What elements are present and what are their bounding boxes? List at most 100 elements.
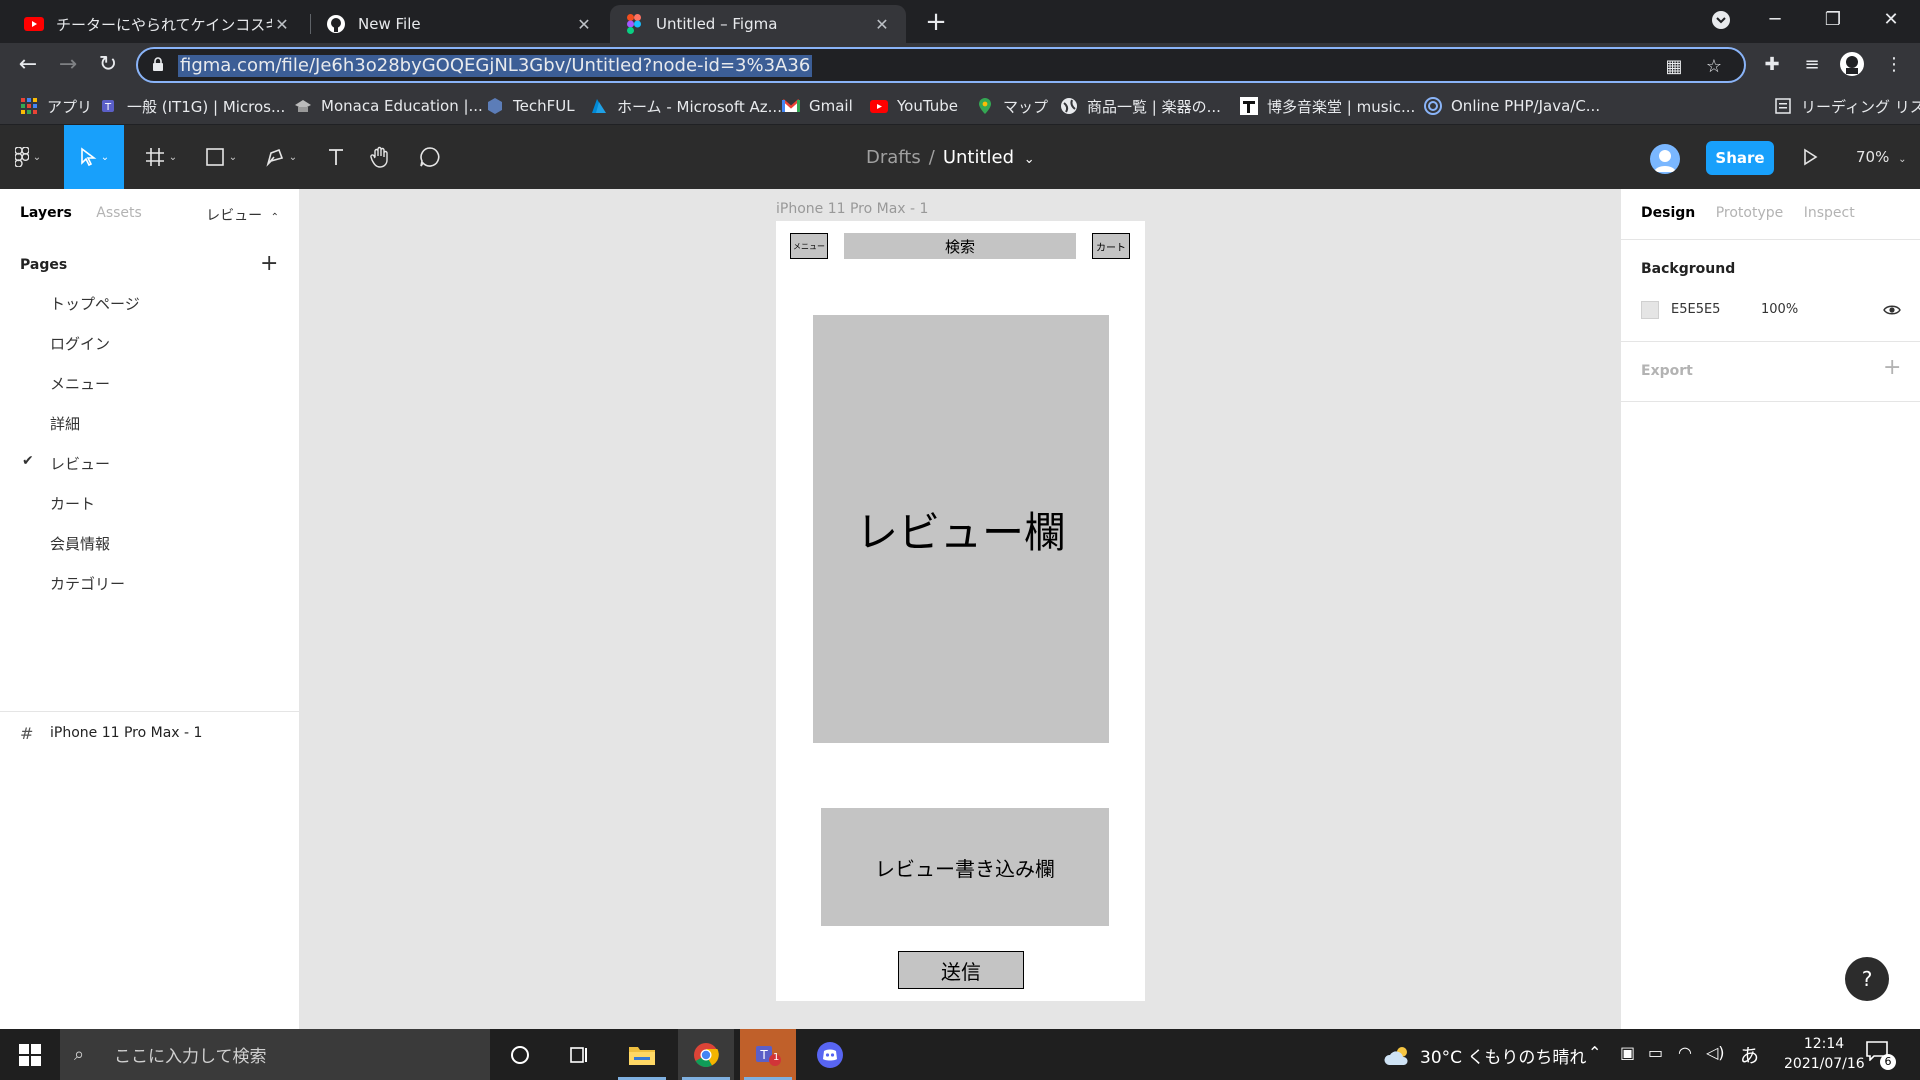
bookmark-shop[interactable]: 商品一覧 | 楽器の... (1060, 95, 1221, 117)
file-explorer-button[interactable] (614, 1029, 670, 1080)
file-breadcrumb[interactable]: Drafts / Untitled ⌄ (866, 147, 1035, 168)
search-bar[interactable]: 検索 (844, 233, 1076, 259)
globe-icon (1060, 97, 1078, 115)
start-button[interactable] (0, 1029, 60, 1080)
chevron-down-icon: ⌄ (1023, 152, 1035, 167)
tab-github[interactable]: New File ✕ (312, 5, 608, 43)
tab-layers[interactable]: Layers (20, 205, 72, 221)
close-tab-icon[interactable]: ✕ (272, 15, 292, 34)
battery-icon[interactable]: ▭ (1648, 1043, 1663, 1062)
hand-tool[interactable] (360, 125, 400, 189)
bookmark-azure[interactable]: ホーム - Microsoft Az... (590, 95, 782, 117)
ime-indicator[interactable]: あ (1740, 1041, 1759, 1068)
wifi-icon[interactable]: ◠ (1678, 1043, 1692, 1062)
close-tab-icon[interactable]: ✕ (872, 15, 892, 34)
discord-taskbar-button[interactable] (802, 1029, 858, 1080)
tab-inspect[interactable]: Inspect (1804, 205, 1855, 221)
page-item-category[interactable]: カテゴリー (50, 573, 125, 593)
minimize-button[interactable]: ─ (1752, 0, 1798, 40)
weather-widget[interactable]: 30°C くもりのち晴れ (1384, 1043, 1586, 1068)
eye-visibility-icon[interactable] (1883, 301, 1901, 319)
chrome-taskbar-button[interactable] (678, 1029, 734, 1080)
page-item-member[interactable]: 会員情報 (50, 533, 110, 553)
present-play-icon[interactable] (1800, 147, 1820, 167)
layer-row-frame[interactable]: # iPhone 11 Pro Max - 1 (20, 723, 202, 743)
back-arrow-icon[interactable]: ← (12, 49, 44, 81)
forward-arrow-icon[interactable]: → (52, 49, 84, 81)
drafts-folder-label[interactable]: Drafts (866, 147, 921, 168)
review-input-area[interactable]: レビュー書き込み欄 (821, 808, 1109, 926)
profile-avatar-icon[interactable] (1838, 51, 1866, 79)
bookmark-online-ide[interactable]: Online PHP/Java/C... (1424, 95, 1600, 117)
chrome-menu-icon[interactable]: ⋮ (1880, 51, 1908, 79)
comment-bubble-icon (420, 147, 440, 167)
add-page-button[interactable]: + (260, 251, 278, 276)
bookmark-techful[interactable]: TechFUL (486, 95, 575, 117)
zoom-dropdown[interactable]: 70% ⌄ (1856, 148, 1907, 166)
comment-tool[interactable] (410, 125, 450, 189)
bookmark-maps[interactable]: マップ (976, 95, 1048, 117)
pen-tool[interactable]: ⌄ (256, 125, 306, 189)
submit-button[interactable]: 送信 (898, 951, 1024, 989)
bookmark-youtube[interactable]: YouTube (870, 95, 958, 117)
tab-search-button[interactable] (1698, 0, 1744, 40)
chevron-up-icon[interactable]: ⌃ (1588, 1043, 1601, 1062)
taskbar-search-box[interactable]: ⌕ ここに入力して検索 (60, 1029, 490, 1080)
qr-code-icon[interactable]: ▦ (1662, 55, 1686, 79)
restore-button[interactable]: ❐ (1810, 0, 1856, 40)
bookmark-teams[interactable]: T 一般 (IT1G) | Micros... (100, 95, 285, 117)
media-control-icon[interactable]: ≡ (1798, 51, 1826, 79)
extensions-puzzle-icon[interactable]: ✚ (1758, 51, 1786, 79)
bookmark-apps[interactable]: アプリ (20, 95, 92, 117)
bookmark-gmail[interactable]: Gmail (782, 95, 853, 117)
background-hex-input[interactable]: E5E5E5 (1671, 302, 1720, 317)
tab-youtube[interactable]: チーターにやられてケインコスギと同じ末 ✕ (10, 5, 306, 43)
task-view-button[interactable] (552, 1029, 608, 1080)
page-selector[interactable]: レビュー ⌃ (206, 205, 279, 225)
new-tab-button[interactable]: + (922, 8, 950, 36)
design-canvas[interactable]: iPhone 11 Pro Max - 1 メニュー 検索 カート レビュー欄 … (300, 189, 1620, 1029)
frame-label[interactable]: iPhone 11 Pro Max - 1 (776, 201, 928, 217)
tab-design[interactable]: Design (1641, 205, 1695, 221)
page-item-menu[interactable]: メニュー (50, 373, 110, 393)
bookmark-monaca[interactable]: Monaca Education |... (294, 95, 483, 117)
frame-tool[interactable]: ⌄ (136, 125, 186, 189)
tab-prototype[interactable]: Prototype (1716, 205, 1784, 221)
review-area[interactable]: レビュー欄 (813, 315, 1109, 743)
menu-button[interactable]: メニュー (790, 233, 828, 259)
page-item-review[interactable]: レビュー (50, 453, 110, 473)
reload-icon[interactable]: ↻ (92, 49, 124, 81)
volume-icon[interactable]: ◁) (1706, 1043, 1725, 1062)
user-avatar[interactable] (1650, 144, 1680, 174)
background-color-swatch[interactable] (1641, 301, 1659, 319)
help-button[interactable]: ? (1845, 957, 1889, 1001)
close-window-button[interactable]: ✕ (1868, 0, 1914, 40)
cart-button[interactable]: カート (1092, 233, 1130, 259)
page-item-login[interactable]: ログイン (50, 333, 110, 353)
tab-assets[interactable]: Assets (96, 205, 142, 221)
add-export-button[interactable]: + (1883, 355, 1901, 380)
meet-now-icon[interactable]: ▣ (1620, 1043, 1635, 1062)
move-tool[interactable]: ⌄ (64, 125, 124, 189)
file-name[interactable]: Untitled (943, 147, 1014, 168)
share-button[interactable]: Share (1706, 141, 1774, 175)
clock[interactable]: 12:14 2021/07/16 (1784, 1034, 1865, 1074)
shape-tool[interactable]: ⌄ (196, 125, 246, 189)
teams-taskbar-button[interactable]: T 1 (740, 1029, 796, 1080)
notification-center-button[interactable]: 6 (1866, 1041, 1896, 1070)
url-text[interactable]: figma.com/file/Je6h3o28byGOQEGjNL3Gbv/Un… (178, 55, 813, 77)
background-opacity-input[interactable]: 100% (1761, 302, 1798, 317)
figma-main-menu[interactable]: ⌄ (0, 125, 56, 189)
iphone-frame[interactable]: メニュー 検索 カート レビュー欄 レビュー書き込み欄 送信 (776, 221, 1145, 1001)
address-bar[interactable]: figma.com/file/Je6h3o28byGOQEGjNL3Gbv/Un… (136, 47, 1746, 83)
close-tab-icon[interactable]: ✕ (574, 15, 594, 34)
cortana-button[interactable] (492, 1029, 548, 1080)
text-tool[interactable] (316, 125, 356, 189)
page-item-detail[interactable]: 詳細 (50, 413, 80, 433)
page-item-top[interactable]: トップページ (50, 293, 140, 313)
page-item-cart[interactable]: カート (50, 493, 95, 513)
tab-figma[interactable]: Untitled – Figma ✕ (610, 5, 906, 43)
bookmark-star-icon[interactable]: ☆ (1702, 55, 1726, 79)
bookmark-hakata[interactable]: 博多音楽堂 | music... (1240, 95, 1415, 117)
reading-list[interactable]: リーディング リスト (1774, 95, 1920, 117)
